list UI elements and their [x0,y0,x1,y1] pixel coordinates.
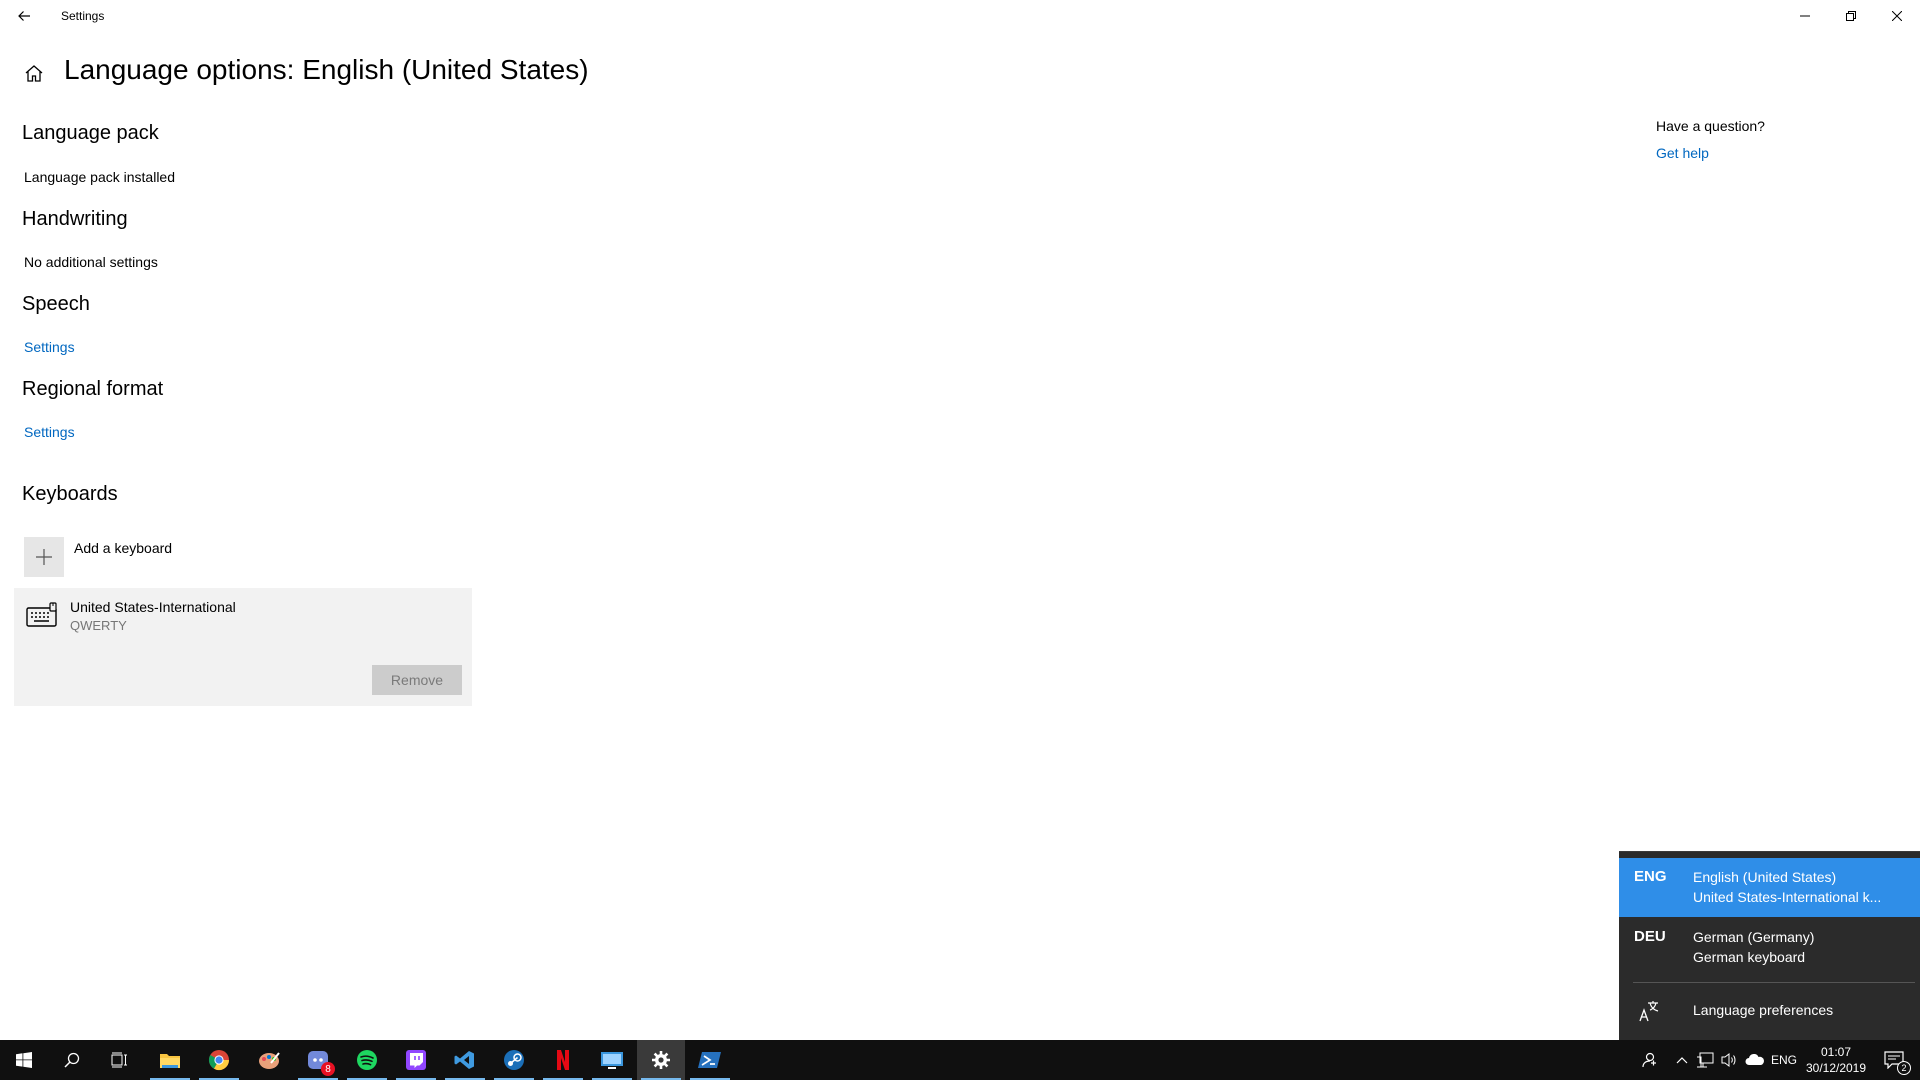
keyboard-item[interactable]: United States-International QWERTY Remov… [14,588,472,706]
language-pack-heading: Language pack [22,122,159,144]
language-preferences-icon [1638,1000,1660,1022]
help-question: Have a question? [1656,118,1765,134]
netflix-icon [557,1050,569,1070]
get-help-link[interactable]: Get help [1656,145,1709,161]
handwriting-heading: Handwriting [22,208,128,230]
input-language-flyout: ENG English (United States) United State… [1619,851,1920,1040]
language-preferences-link[interactable]: Language preferences [1693,1002,1833,1018]
input-indicator-text: ENG [1770,1053,1797,1067]
regional-format-heading: Regional format [22,378,164,400]
flyout-divider [1633,982,1915,983]
language-code: ENG [1634,868,1667,885]
taskbar-remote-desktop[interactable] [588,1040,636,1080]
taskbar-steam[interactable] [490,1040,538,1080]
flyout-language-deu[interactable]: DEU German (Germany) German keyboard [1619,918,1920,978]
keyboard-icon [26,602,58,628]
twitch-icon [406,1050,426,1070]
file-explorer-icon [160,1054,180,1068]
steam-icon [504,1050,524,1070]
window-title: Settings [61,9,105,23]
speech-heading: Speech [22,293,90,315]
network-button[interactable] [1694,1040,1716,1080]
chevron-up-icon [1676,1057,1688,1064]
page-title: Language options: English (United States… [64,54,589,85]
paint-3d-icon [259,1052,280,1069]
minimize-button[interactable] [1782,0,1828,32]
clock-time: 01:07 [1820,1045,1852,1059]
regional-format-settings-link[interactable]: Settings [24,424,75,440]
taskbar: 8 ENG 01:07 30/12/2019 2 [0,1040,1920,1080]
discord-notification-badge: 8 [321,1062,335,1076]
keyboard-layout: QWERTY [70,618,127,633]
language-code: DEU [1634,928,1666,945]
taskbar-discord[interactable]: 8 [294,1040,342,1080]
language-name: German (Germany) [1693,929,1815,945]
spotify-icon [357,1050,377,1070]
add-keyboard-button[interactable]: Add a keyboard [24,537,284,577]
back-arrow-icon [18,11,30,21]
task-view-button[interactable] [96,1040,144,1080]
clock-date: 30/12/2019 [1805,1061,1867,1075]
taskbar-file-explorer[interactable] [146,1040,194,1080]
volume-button[interactable] [1718,1040,1740,1080]
taskbar-chrome[interactable] [195,1040,243,1080]
language-keyboard: United States-International k... [1693,889,1882,905]
close-icon [1892,11,1902,21]
onedrive-cloud-icon [1745,1054,1764,1065]
language-pack-status: Language pack installed [24,169,176,185]
plus-icon [36,549,52,565]
language-name: English (United States) [1693,869,1837,885]
handwriting-text: No additional settings [24,254,158,270]
taskbar-paint-3d[interactable] [245,1040,293,1080]
remote-desktop-icon [601,1052,623,1069]
minimize-icon [1800,15,1810,17]
flyout-language-eng[interactable]: ENG English (United States) United State… [1619,858,1920,917]
back-button[interactable] [6,0,42,32]
windows-start-icon [16,1052,32,1068]
speech-settings-link[interactable]: Settings [24,339,75,355]
start-button[interactable] [0,1040,48,1080]
home-icon [25,65,43,82]
search-icon [64,1052,80,1068]
taskbar-settings[interactable] [637,1040,685,1080]
search-button[interactable] [48,1040,96,1080]
action-center-button[interactable]: 2 [1876,1040,1912,1080]
restore-button[interactable] [1828,0,1874,32]
taskbar-powershell[interactable] [686,1040,734,1080]
restore-icon [1846,11,1856,21]
volume-icon [1721,1053,1736,1067]
remove-keyboard-button[interactable]: Remove [372,665,462,695]
notification-count-badge: 2 [1897,1061,1911,1075]
powershell-icon [698,1052,721,1068]
taskbar-spotify[interactable] [343,1040,391,1080]
add-keyboard-icon-box [24,537,64,577]
add-keyboard-label: Add a keyboard [74,540,173,556]
onedrive-button[interactable] [1742,1040,1768,1080]
network-icon [1697,1052,1714,1068]
keyboards-heading: Keyboards [22,483,118,505]
settings-icon [652,1051,670,1069]
people-button[interactable] [1634,1040,1664,1080]
task-view-icon [111,1052,127,1068]
title-bar: Settings [0,0,1920,32]
taskbar-netflix[interactable] [539,1040,587,1080]
visual-studio-icon [454,1051,474,1069]
people-icon [1642,1052,1656,1068]
chrome-icon [208,1050,230,1071]
taskbar-twitch[interactable] [392,1040,440,1080]
taskbar-visual-studio[interactable] [441,1040,489,1080]
input-indicator[interactable]: ENG [1770,1040,1798,1080]
close-button[interactable] [1874,0,1920,32]
keyboard-name: United States-International [70,599,236,615]
clock[interactable]: 01:07 30/12/2019 [1796,1044,1876,1076]
show-hidden-icons-button[interactable] [1672,1040,1692,1080]
home-button[interactable] [22,62,46,84]
language-keyboard: German keyboard [1693,949,1806,965]
